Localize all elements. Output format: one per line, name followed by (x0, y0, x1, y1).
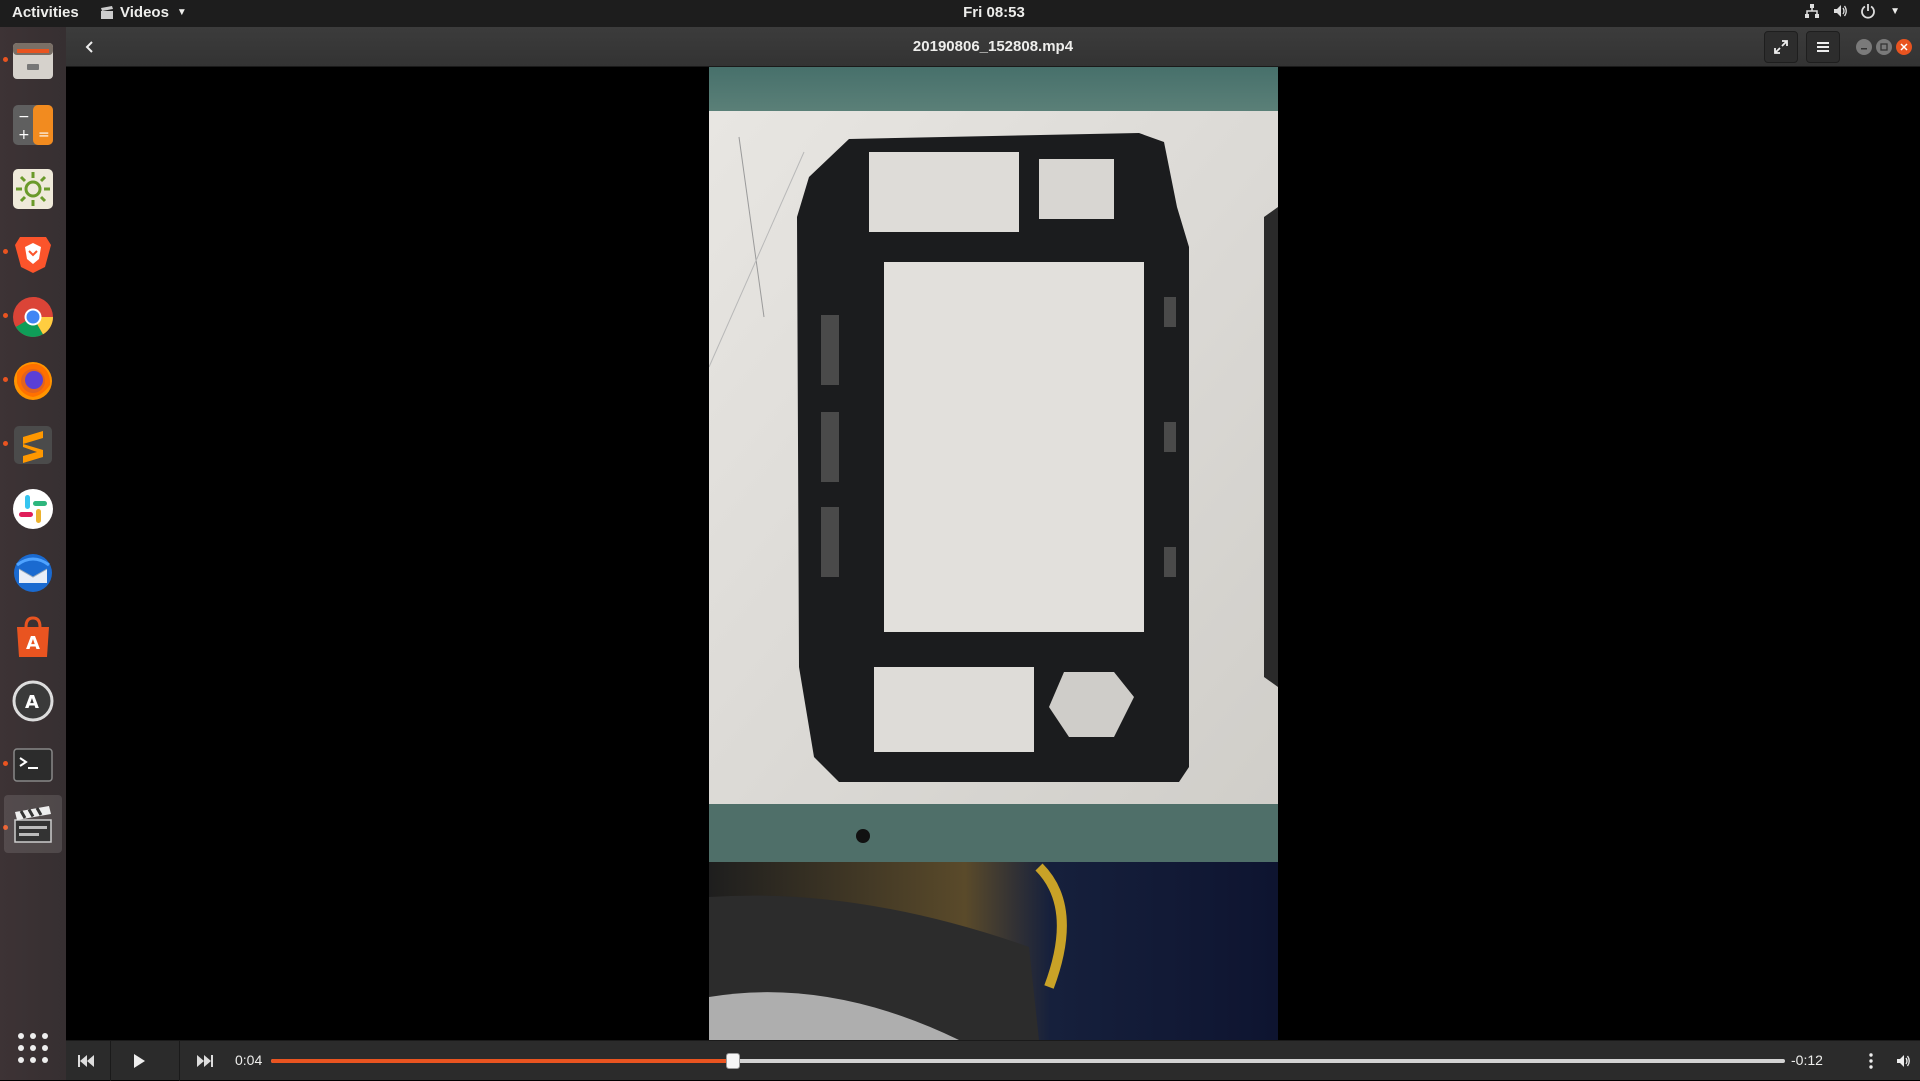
volume-icon[interactable] (1832, 3, 1848, 19)
close-button[interactable] (1896, 39, 1912, 55)
thunderbird-icon[interactable] (8, 548, 58, 598)
previous-button[interactable] (66, 1041, 106, 1081)
next-button[interactable] (180, 1041, 230, 1081)
video-title: 20190806_152808.mp4 (912, 38, 1074, 55)
hamburger-icon (1817, 42, 1829, 52)
skip-forward-icon (197, 1055, 213, 1067)
fullscreen-button[interactable] (1764, 31, 1798, 63)
svg-text:+: + (18, 127, 30, 143)
slack-icon[interactable] (8, 484, 58, 534)
video-frame[interactable] (709, 67, 1278, 1040)
power-icon[interactable] (1860, 3, 1876, 19)
top-bar: Activities Videos ▼ Fri 08:53 ▼ (0, 0, 1920, 27)
svg-text:A: A (26, 633, 40, 654)
seek-bar[interactable] (271, 1053, 1785, 1069)
chevron-down-icon[interactable]: ▼ (1890, 6, 1900, 17)
software-updater-icon[interactable]: A (8, 676, 58, 726)
video-frame-image (709, 67, 1278, 1040)
system-tray[interactable]: ▼ (1804, 3, 1900, 19)
software-center-icon[interactable]: A (8, 612, 58, 662)
brave-lion-icon[interactable] (8, 228, 58, 278)
volume-button[interactable] (1888, 1041, 1920, 1081)
maximize-button[interactable] (1876, 39, 1892, 55)
more-options-button[interactable] (1856, 1041, 1886, 1081)
skip-back-icon (78, 1055, 94, 1067)
show-applications-icon[interactable] (8, 1023, 58, 1073)
play-button[interactable] (111, 1041, 167, 1081)
network-icon[interactable] (1804, 3, 1820, 19)
clock[interactable]: Fri 08:53 (0, 4, 1920, 21)
play-icon (134, 1054, 145, 1068)
menu-button[interactable] (1806, 31, 1840, 63)
svg-text:A: A (25, 692, 39, 713)
files-icon[interactable] (8, 36, 58, 86)
dock: − + = A A (0, 27, 66, 1080)
svg-text:=: = (38, 127, 50, 143)
remaining-time: -0:12 (1791, 1052, 1823, 1068)
sublime-text-icon[interactable] (8, 420, 58, 470)
maximize-icon (1880, 43, 1888, 51)
fullscreen-icon (1774, 40, 1788, 54)
videos-clapperboard-icon[interactable] (4, 795, 62, 853)
terminal-icon[interactable] (8, 740, 58, 790)
firefox-icon[interactable] (8, 356, 58, 406)
minimize-button[interactable] (1856, 39, 1872, 55)
seek-bar-handle[interactable] (725, 1053, 740, 1069)
elapsed-time: 0:04 (235, 1052, 263, 1068)
close-icon (1900, 43, 1908, 51)
chrome-icon[interactable] (8, 292, 58, 342)
minimize-icon (1861, 48, 1867, 50)
volume-icon (1897, 1055, 1910, 1067)
seek-bar-progress (271, 1059, 733, 1063)
kebab-menu-icon (1869, 1053, 1873, 1069)
video-area[interactable] (66, 67, 1920, 1040)
brightness-icon[interactable] (8, 164, 58, 214)
calculator-icon[interactable]: − + = (8, 100, 58, 150)
playback-controls: 0:04 -0:12 (66, 1040, 1920, 1081)
video-header-bar: 20190806_152808.mp4 (66, 27, 1920, 67)
svg-text:−: − (18, 109, 30, 125)
